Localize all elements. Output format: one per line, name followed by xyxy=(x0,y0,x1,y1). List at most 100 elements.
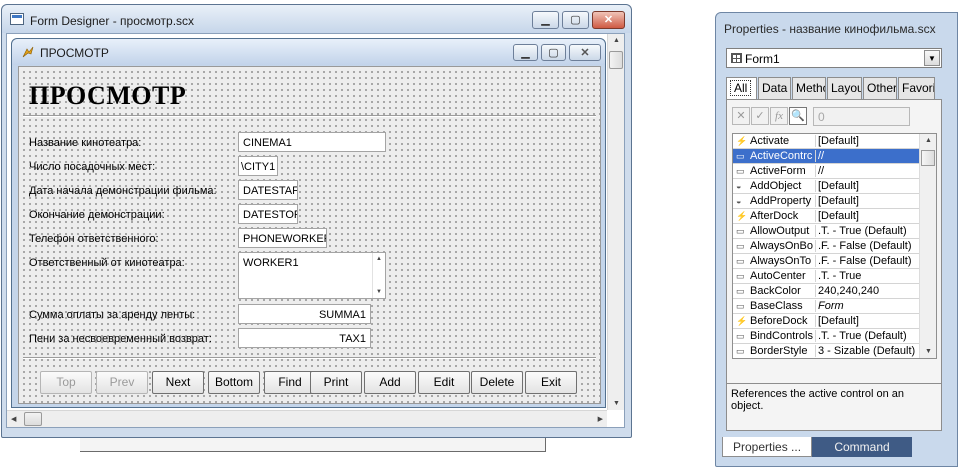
window-shadow xyxy=(80,438,546,452)
property-row[interactable]: ▭ BindControls .T. - True (Default) xyxy=(733,329,919,344)
property-row[interactable]: ▭ AlwaysOnTo .F. - False (Default) xyxy=(733,254,919,269)
property-value: 240,240,240 xyxy=(815,285,919,297)
form-minimize-button[interactable]: ▁ xyxy=(513,44,538,61)
label-seats[interactable]: Число посадочных мест: xyxy=(29,161,155,173)
property-row[interactable]: ⚡ AfterDock [Default] xyxy=(733,209,919,224)
chevron-down-icon[interactable]: ▼ xyxy=(924,50,940,66)
designer-vertical-scrollbar[interactable]: ▲ ▼ xyxy=(607,34,624,410)
designer-hscroll-thumb[interactable] xyxy=(24,412,42,426)
textbox-seats[interactable]: \CITY1 xyxy=(238,156,278,176)
tab-all[interactable]: All xyxy=(726,77,757,100)
zoom-icon[interactable]: 🔍 xyxy=(789,107,807,125)
label-worker[interactable]: Ответственный от кинотеатра: xyxy=(29,257,185,269)
form-maximize-button[interactable]: ▢ xyxy=(541,44,566,61)
form-canvas[interactable]: ПРОСМОТР Название кинотеатра: CINEMA1 Чи… xyxy=(18,66,601,404)
form-object-icon xyxy=(731,53,742,63)
property-list-thumb[interactable] xyxy=(921,150,935,166)
editbox-worker[interactable]: WORKER1 ▲ ▼ xyxy=(238,252,386,299)
cancel-icon[interactable]: ✕ xyxy=(732,107,750,125)
exit-button[interactable]: Exit xyxy=(525,371,577,394)
method-icon: ◒ xyxy=(736,181,742,191)
property-row[interactable]: ⚡ Activate [Default] xyxy=(733,134,919,149)
property-icon: ▭ xyxy=(736,226,745,236)
function-icon[interactable]: fx xyxy=(770,107,788,125)
top-divider[interactable] xyxy=(23,115,596,117)
find-button[interactable]: Find xyxy=(264,371,316,394)
editbox-down-icon[interactable]: ▼ xyxy=(376,289,382,295)
designer-vscroll-thumb[interactable] xyxy=(609,51,623,69)
property-row[interactable]: ▭ ActiveForm// xyxy=(733,164,919,179)
property-row[interactable]: ▭ ActiveContrc// xyxy=(733,149,919,164)
textbox-date-start[interactable]: DATESTAF xyxy=(238,180,298,200)
scroll-down-icon[interactable]: ▼ xyxy=(613,400,620,407)
tab-properties[interactable]: Properties ... xyxy=(722,437,813,457)
tab-favorites[interactable]: Favorit xyxy=(898,77,935,99)
textbox-cinema[interactable]: CINEMA1 xyxy=(238,132,386,152)
form-prosmotr[interactable]: ПРОСМОТР ▁ ▢ ✕ ПРОСМОТР Название кинотеа… xyxy=(11,38,606,408)
label-date-stop[interactable]: Окончание демонстрации: xyxy=(29,209,165,221)
property-row[interactable]: ▭ BorderStyle 3 - Sizable (Default) xyxy=(733,344,919,358)
properties-window: Properties - название кинофильма.scx For… xyxy=(715,12,958,467)
maximize-button[interactable]: ▢ xyxy=(562,11,589,29)
property-row[interactable]: ▭ BaseClass Form xyxy=(733,299,919,314)
label-date-start[interactable]: Дата начала демонстрации фильма: xyxy=(29,185,217,197)
textbox-summa[interactable]: SUMMA1 xyxy=(238,304,371,324)
next-button[interactable]: Next xyxy=(152,371,204,394)
tab-layout[interactable]: Layou xyxy=(827,77,862,99)
property-row[interactable]: ▭ AlwaysOnBo .F. - False (Default) xyxy=(733,239,919,254)
tab-methods[interactable]: Metho xyxy=(792,77,826,99)
designer-horizontal-scrollbar[interactable]: ◀ ▶ xyxy=(7,410,607,427)
scroll-right-icon[interactable]: ▶ xyxy=(598,415,603,423)
label-cinema[interactable]: Название кинотеатра: xyxy=(29,137,141,149)
property-value: 3 - Sizable (Default) xyxy=(815,345,919,357)
bottom-divider[interactable] xyxy=(23,357,596,359)
editbox-up-icon[interactable]: ▲ xyxy=(376,256,382,262)
print-button[interactable]: Print xyxy=(310,371,362,394)
form-titlebar[interactable]: ПРОСМОТР ▁ ▢ ✕ xyxy=(12,39,605,65)
delete-button[interactable]: Delete xyxy=(471,371,523,394)
list-scroll-down-icon[interactable]: ▼ xyxy=(925,348,932,355)
close-button[interactable]: ✕ xyxy=(592,11,625,29)
form-heading[interactable]: ПРОСМОТР xyxy=(29,81,186,111)
designer-client-area: ▲ ▼ ◀ ▶ ПРОСМОТР ▁ ▢ ✕ ПРОСМОТР Название… xyxy=(6,33,625,428)
properties-title[interactable]: Properties - название кинофильма.scx xyxy=(724,22,936,36)
top-button[interactable]: Top xyxy=(40,371,92,394)
textbox-date-stop[interactable]: DATESTOF xyxy=(238,204,298,224)
property-value-input[interactable]: 0 xyxy=(813,107,910,126)
property-row[interactable]: ▭ AllowOutput .T. - True (Default) xyxy=(733,224,919,239)
editbox-scrollbar[interactable]: ▲ ▼ xyxy=(372,253,385,298)
lightning-icon: ⚡ xyxy=(736,211,748,221)
property-description: References the active control on an obje… xyxy=(726,383,942,431)
property-list-scrollbar[interactable]: ▲ ▼ xyxy=(919,134,936,358)
form-close-button[interactable]: ✕ xyxy=(569,44,601,61)
scroll-up-icon[interactable]: ▲ xyxy=(613,37,620,44)
list-scroll-up-icon[interactable]: ▲ xyxy=(925,137,932,144)
minimize-button[interactable]: ▁ xyxy=(532,11,559,29)
bottom-button[interactable]: Bottom xyxy=(208,371,260,394)
property-row[interactable]: ▭ BackColor 240,240,240 xyxy=(733,284,919,299)
property-value: .T. - True (Default) xyxy=(815,225,919,237)
form-title: ПРОСМОТР xyxy=(40,46,109,60)
label-tax[interactable]: Пени за несвоевременный возврат: xyxy=(29,333,212,345)
tab-other[interactable]: Other xyxy=(863,77,897,99)
scroll-left-icon[interactable]: ◀ xyxy=(11,415,16,423)
designer-titlebar[interactable]: Form Designer - просмотр.scx ▁ ▢ ✕ xyxy=(2,5,631,33)
label-phone[interactable]: Телефон ответственного: xyxy=(29,233,159,245)
add-button[interactable]: Add xyxy=(364,371,416,394)
textbox-phone[interactable]: PHONEWORKER xyxy=(238,228,327,248)
property-row[interactable]: ⚡ BeforeDock [Default] xyxy=(733,314,919,329)
textbox-tax[interactable]: TAX1 xyxy=(238,328,371,348)
property-list[interactable]: ⚡ Activate [Default] ▭ ActiveContrc//▭ Active… xyxy=(732,133,937,359)
accept-icon[interactable]: ✓ xyxy=(751,107,769,125)
prev-button[interactable]: Prev xyxy=(96,371,148,394)
object-selector[interactable]: Form1 ▼ xyxy=(726,48,942,68)
form-designer-icon xyxy=(10,13,24,25)
property-row[interactable]: ◒ AddProperty [Default] xyxy=(733,194,919,209)
edit-button[interactable]: Edit xyxy=(418,371,470,394)
designer-title: Form Designer - просмотр.scx xyxy=(30,14,195,28)
tab-data[interactable]: Data xyxy=(758,77,791,99)
property-row[interactable]: ▭ AutoCenter .T. - True xyxy=(733,269,919,284)
label-summa[interactable]: Сумма оплаты за аренду ленты: xyxy=(29,309,195,321)
property-row[interactable]: ◒ AddObject [Default] xyxy=(733,179,919,194)
tab-command[interactable]: Command xyxy=(812,437,913,457)
